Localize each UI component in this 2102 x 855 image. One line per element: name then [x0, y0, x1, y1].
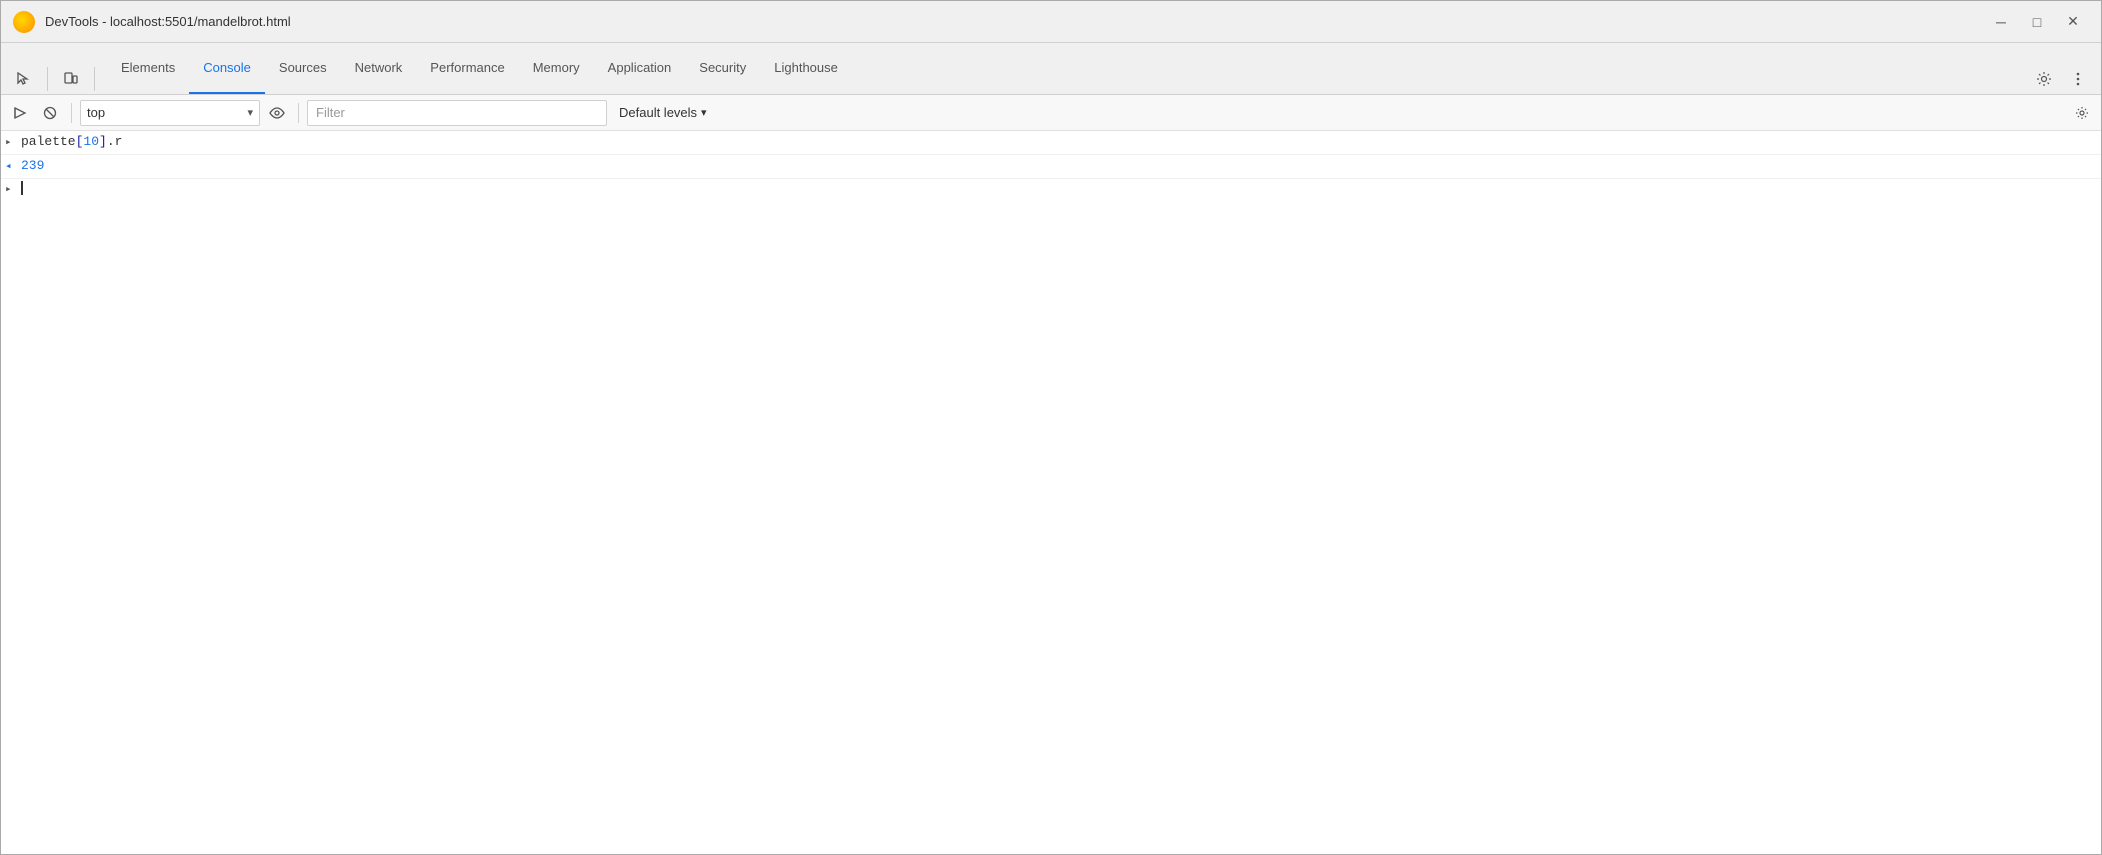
more-menu-button[interactable] — [2063, 64, 2093, 94]
chevron-down-icon: ▾ — [247, 106, 253, 119]
log-levels-button[interactable]: Default levels ▾ — [611, 100, 715, 126]
tab-elements[interactable]: Elements — [107, 43, 189, 94]
cursor-icon — [16, 71, 32, 87]
console-toolbar: top ▾ Default levels ▾ — [1, 95, 2101, 131]
more-icon — [2070, 71, 2086, 87]
index-number: 10 — [83, 134, 99, 149]
device-toolbar-button[interactable] — [56, 64, 86, 94]
inspect-element-button[interactable] — [9, 64, 39, 94]
tab-memory[interactable]: Memory — [519, 43, 594, 94]
entry-command-text: palette[10].r — [21, 133, 2097, 151]
input-prompt-icon: ▸ — [5, 181, 21, 196]
device-icon — [63, 71, 79, 87]
levels-arrow-icon: ▾ — [701, 106, 707, 119]
tab-performance[interactable]: Performance — [416, 43, 518, 94]
tab-application[interactable]: Application — [594, 43, 686, 94]
tab-bar-right-controls — [2029, 64, 2093, 94]
title-bar: DevTools - localhost:5501/mandelbrot.htm… — [1, 1, 2101, 43]
toolbar-separator-2 — [298, 103, 299, 123]
tab-security[interactable]: Security — [685, 43, 760, 94]
entry-expand-icon[interactable]: ▸ — [5, 133, 21, 152]
live-expressions-button[interactable] — [264, 100, 290, 126]
stop-icon — [43, 106, 57, 120]
tab-bar-divider-2 — [94, 67, 95, 91]
eye-icon — [269, 107, 285, 119]
close-button[interactable]: ✕ — [2057, 8, 2089, 36]
settings-button[interactable] — [2029, 64, 2059, 94]
console-input-line[interactable]: ▸ — [1, 179, 2101, 199]
context-label: top — [87, 105, 105, 120]
cursor — [21, 181, 23, 195]
filter-input[interactable] — [307, 100, 607, 126]
result-value: 239 — [21, 157, 44, 175]
title-bar-title: DevTools - localhost:5501/mandelbrot.htm… — [45, 14, 1985, 29]
result-arrow-icon: ◂ — [5, 157, 21, 176]
tab-console[interactable]: Console — [189, 43, 265, 94]
console-entry-result: ◂ 239 — [1, 155, 2101, 179]
tab-bar-left-controls — [9, 64, 99, 94]
bracket-close: ] — [99, 134, 107, 149]
stop-button[interactable] — [37, 100, 63, 126]
devtools-window: DevTools - localhost:5501/mandelbrot.htm… — [0, 0, 2102, 855]
minimize-button[interactable]: ─ — [1985, 8, 2017, 36]
toolbar-separator-1 — [71, 103, 72, 123]
title-bar-controls: ─ □ ✕ — [1985, 8, 2089, 36]
console-entry-command: ▸ palette[10].r — [1, 131, 2101, 155]
settings-icon — [2075, 106, 2089, 120]
context-selector[interactable]: top ▾ — [80, 100, 260, 126]
gear-icon — [2036, 71, 2052, 87]
clear-console-button[interactable] — [7, 100, 33, 126]
maximize-button[interactable]: □ — [2021, 8, 2053, 36]
tab-bar: Elements Console Sources Network Perform… — [1, 43, 2101, 95]
console-settings-button[interactable] — [2069, 100, 2095, 126]
tab-bar-divider-1 — [47, 67, 48, 91]
console-content: ▸ palette[10].r ◂ 239 ▸ — [1, 131, 2101, 854]
play-icon — [13, 106, 27, 120]
tab-network[interactable]: Network — [341, 43, 417, 94]
levels-label: Default levels — [619, 105, 697, 120]
tab-lighthouse[interactable]: Lighthouse — [760, 43, 852, 94]
tab-sources[interactable]: Sources — [265, 43, 341, 94]
devtools-icon — [13, 11, 35, 33]
